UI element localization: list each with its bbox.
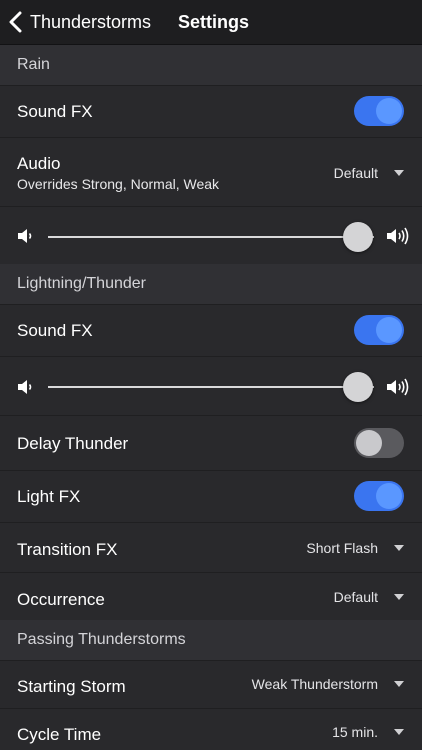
lightning-volume-row — [0, 356, 422, 415]
rain-volume-row — [0, 206, 422, 264]
delay-thunder-toggle[interactable] — [354, 428, 404, 458]
slider-thumb[interactable] — [342, 372, 373, 402]
navigation-bar: Thunderstorms Settings — [0, 0, 422, 45]
back-label: Thunderstorms — [30, 11, 152, 32]
lightning-sound-fx-toggle[interactable] — [354, 315, 404, 345]
occurrence-value: Default — [333, 589, 378, 605]
occurrence-label: Occurrence — [17, 590, 105, 609]
back-button[interactable]: Thunderstorms — [8, 0, 151, 44]
volume-high-icon — [387, 227, 409, 245]
dropdown-arrow-icon — [394, 594, 404, 600]
rain-volume-slider[interactable] — [48, 222, 374, 252]
cycle-time-select[interactable]: 15 min. — [332, 724, 404, 740]
transition-fx-value: Short Flash — [306, 540, 378, 556]
rain-sound-fx-toggle[interactable] — [354, 96, 404, 126]
dropdown-arrow-icon — [394, 681, 404, 687]
light-fx-toggle[interactable] — [354, 481, 404, 511]
lightning-volume-slider[interactable] — [48, 372, 374, 402]
starting-storm-select[interactable]: Weak Thunderstorm — [252, 676, 404, 692]
rain-audio-subtitle: Overrides Strong, Normal, Weak — [17, 176, 220, 192]
section-title: Passing Thunderstorms — [17, 631, 186, 648]
page-title: Settings — [178, 12, 250, 32]
volume-low-icon — [18, 229, 32, 243]
dropdown-arrow-icon — [394, 545, 404, 551]
toggle-knob — [376, 483, 402, 509]
section-header-lightning: Lightning/Thunder — [0, 264, 422, 304]
toggle-knob — [376, 317, 402, 343]
lightning-sound-fx-label: Sound FX — [17, 321, 93, 340]
occurrence-row[interactable]: Occurrence Default — [0, 572, 422, 620]
section-title: Rain — [17, 56, 50, 73]
transition-fx-label: Transition FX — [17, 540, 118, 559]
starting-storm-row[interactable]: Starting Storm Weak Thunderstorm — [0, 660, 422, 708]
transition-fx-select[interactable]: Short Flash — [306, 540, 404, 556]
starting-storm-label: Starting Storm — [17, 677, 126, 696]
occurrence-select[interactable]: Default — [334, 589, 404, 605]
section-title: Lightning/Thunder — [17, 275, 146, 292]
rain-sound-fx-label: Sound FX — [17, 102, 93, 121]
dropdown-arrow-icon — [394, 729, 404, 735]
slider-thumb[interactable] — [342, 222, 373, 252]
rain-audio-select[interactable]: Default — [334, 165, 404, 181]
toggle-knob — [376, 98, 402, 124]
cycle-time-row[interactable]: Cycle Time 15 min. — [0, 708, 422, 750]
rain-audio-label: Audio — [17, 154, 61, 173]
light-fx-label: Light FX — [17, 487, 81, 506]
rain-audio-value: Default — [333, 165, 378, 181]
starting-storm-value: Weak Thunderstorm — [251, 676, 378, 692]
rain-sound-fx-row: Sound FX — [0, 85, 422, 137]
rain-audio-row[interactable]: Audio Overrides Strong, Normal, Weak Def… — [0, 137, 422, 206]
delay-thunder-row: Delay Thunder — [0, 415, 422, 470]
cycle-time-value: 15 min. — [332, 724, 378, 740]
transition-fx-row[interactable]: Transition FX Short Flash — [0, 522, 422, 572]
delay-thunder-label: Delay Thunder — [17, 434, 129, 453]
light-fx-row: Light FX — [0, 470, 422, 522]
volume-low-icon — [18, 380, 32, 394]
cycle-time-label: Cycle Time — [17, 725, 102, 744]
dropdown-arrow-icon — [394, 170, 404, 176]
toggle-knob — [356, 430, 382, 456]
section-header-rain: Rain — [0, 45, 422, 85]
section-header-passing: Passing Thunderstorms — [0, 620, 422, 660]
volume-high-icon — [387, 378, 409, 396]
chevron-left-icon — [9, 11, 22, 33]
lightning-sound-fx-row: Sound FX — [0, 304, 422, 356]
